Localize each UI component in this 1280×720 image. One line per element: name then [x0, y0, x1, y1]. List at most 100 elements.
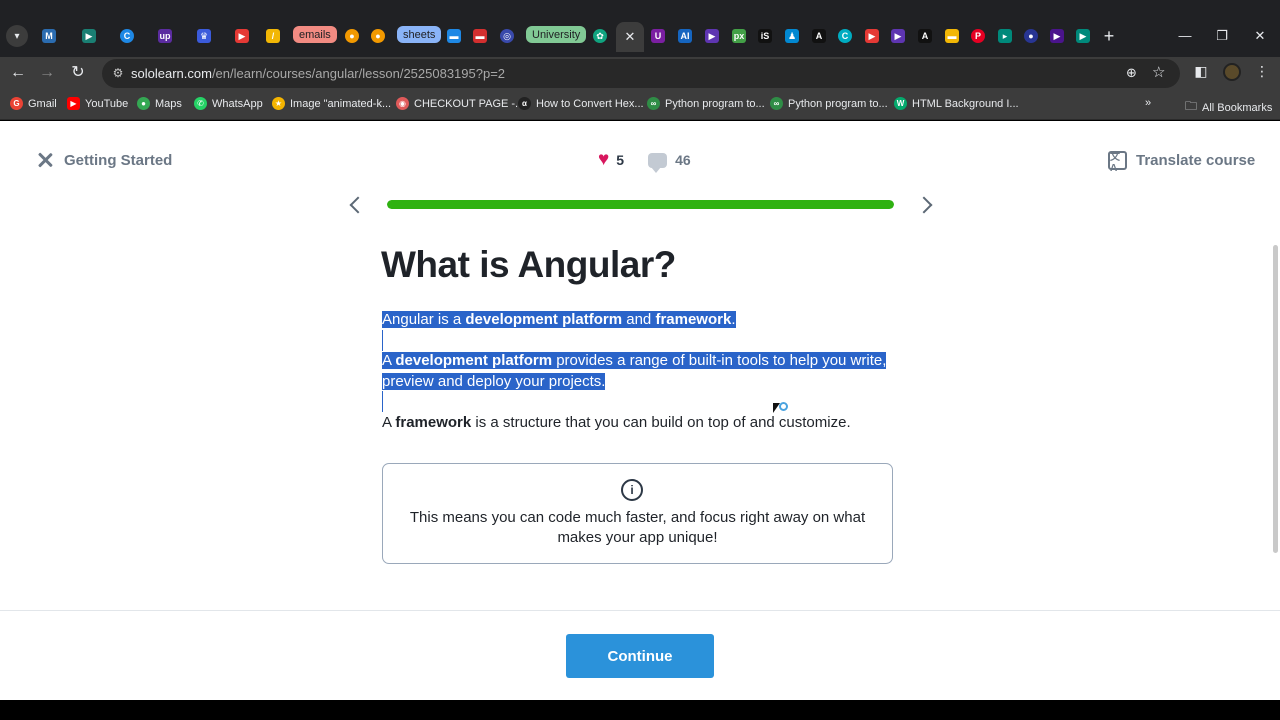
active-tab[interactable]: ✕ — [616, 22, 644, 52]
bookmark-youtube[interactable]: ▶ YouTube — [67, 97, 128, 110]
bookmark-image[interactable]: ★ Image "animated-k... — [272, 97, 391, 110]
tab-a-icon-2[interactable]: A — [918, 29, 932, 43]
text-run: A — [382, 352, 396, 369]
lesson-page: Getting Started ♥ 5 46 文A Translate cour… — [0, 121, 1280, 700]
text-run: is a structure that you can build on top… — [471, 414, 851, 431]
comment-icon[interactable] — [648, 152, 668, 173]
translate-course-button[interactable]: 文A Translate course — [1108, 151, 1256, 174]
avatar[interactable] — [1223, 63, 1241, 81]
tab-docs-icon[interactable]: ▬ — [447, 29, 461, 43]
forward-icon[interactable]: → — [36, 62, 58, 84]
address-bar[interactable]: ⚙ sololearn.com/en/learn/courses/angular… — [102, 59, 1180, 88]
bookmark-label: YouTube — [85, 97, 129, 110]
tab-px-icon[interactable]: px — [732, 29, 746, 43]
tab-is-icon[interactable]: iS — [758, 29, 772, 43]
comments-count[interactable]: 46 — [675, 152, 691, 168]
tab-pinterest-icon[interactable]: P — [971, 29, 985, 43]
browser-tab-strip: ▾ M ▶ C up ♛ ▶ / emails ● ● sheets ▬ ▬ ◎… — [0, 0, 1280, 57]
restore-icon[interactable]: ❐ — [1214, 26, 1230, 46]
bookmarks-bar: G Gmail ▶ YouTube ● Maps ✆ WhatsApp ★ Image "… — [0, 90, 1280, 120]
bookmark-gmail[interactable]: G Gmail — [10, 97, 57, 110]
gmail-icon: G — [10, 97, 23, 110]
tab-upwork-icon[interactable]: up — [158, 29, 172, 43]
tab-search-button[interactable]: ▾ — [6, 25, 28, 47]
bookmark-whatsapp[interactable]: ✆ WhatsApp — [194, 97, 263, 110]
window-close-icon[interactable]: ✕ — [1252, 26, 1268, 46]
maps-icon: ● — [137, 97, 150, 110]
heart-icon[interactable]: ♥ — [598, 150, 609, 169]
bookmark-label: Python program to... — [788, 97, 888, 110]
tab-maps-icon-2[interactable]: ● — [371, 29, 385, 43]
tab-a-icon[interactable]: A — [812, 29, 826, 43]
tab-group-university[interactable]: University — [526, 26, 587, 43]
bold-term: framework — [395, 414, 472, 431]
tab-video-icon[interactable]: ▶ — [705, 29, 719, 43]
lesson-stats: ♥ 5 46 — [598, 150, 691, 173]
tab-u-icon[interactable]: U — [651, 29, 665, 43]
browser-toolbar: ← → ↻ ⚙ sololearn.com/en/learn/courses/a… — [0, 57, 1280, 90]
tab-maps-icon[interactable]: ● — [345, 29, 359, 43]
tab-person-icon[interactable]: ♟ — [785, 29, 799, 43]
bookmarks-overflow-icon[interactable]: » — [1145, 97, 1151, 109]
bookmark-label: WhatsApp — [212, 97, 263, 110]
back-icon[interactable]: ← — [7, 62, 29, 84]
bookmark-maps[interactable]: ● Maps — [137, 97, 182, 110]
url-text[interactable]: sololearn.com/en/learn/courses/angular/l… — [131, 66, 505, 81]
tab-group-label: University — [532, 28, 581, 41]
site-info-icon[interactable]: ⚙ — [110, 65, 126, 81]
tab-arrow-icon[interactable]: ▸ — [998, 29, 1012, 43]
close-lesson-button[interactable]: Getting Started — [36, 151, 172, 169]
bookmark-python-2[interactable]: ∞ Python program to... — [770, 97, 888, 110]
side-panel-icon[interactable]: ◧ — [1191, 63, 1211, 80]
minimize-icon[interactable]: — — [1177, 26, 1193, 46]
close-icon[interactable]: ✕ — [625, 29, 636, 45]
bookmark-html-bg[interactable]: W HTML Background I... — [894, 97, 1019, 110]
progress-fill — [387, 200, 894, 209]
tab-group-emails[interactable]: emails — [293, 26, 337, 43]
continue-button[interactable]: Continue — [566, 634, 714, 678]
gfg-icon: ∞ — [647, 97, 660, 110]
tab-video-icon-3[interactable]: ▶ — [1050, 29, 1064, 43]
likes-count: 5 — [616, 152, 625, 168]
tab-youtube-icon-2[interactable]: ▶ — [865, 29, 879, 43]
tab-canva-icon[interactable]: C — [838, 29, 852, 43]
previous-arrow-icon[interactable] — [348, 195, 362, 217]
close-icon[interactable] — [36, 151, 54, 169]
bookmark-label: Gmail — [28, 97, 57, 110]
all-bookmarks[interactable]: 🗀 All Bookmarks — [1185, 97, 1272, 118]
new-tab-button[interactable]: + — [1101, 26, 1117, 46]
tab-ads-icon[interactable]: / — [266, 29, 280, 43]
tab-group-label: emails — [299, 28, 331, 41]
tab-play-icon[interactable]: ▶ — [82, 29, 96, 43]
gfg-icon: ∞ — [770, 97, 783, 110]
tab-chatgpt-icon[interactable]: ✿ — [593, 29, 607, 43]
next-arrow-icon[interactable] — [918, 195, 932, 217]
tab-video-icon-2[interactable]: ▶ — [891, 29, 905, 43]
tab-m-icon[interactable]: M — [42, 29, 56, 43]
plus-icon: + — [1103, 26, 1115, 46]
tab-c-icon[interactable]: C — [120, 29, 134, 43]
tab-ai-icon[interactable]: AI — [678, 29, 692, 43]
tab-globe-icon[interactable]: ◎ — [500, 29, 514, 43]
bookmark-label: Maps — [155, 97, 182, 110]
tab-group-sheets[interactable]: sheets — [397, 26, 442, 43]
translate-icon: 文A — [1108, 151, 1127, 174]
tab-yellow-icon[interactable]: ▬ — [945, 29, 959, 43]
translate-label: Translate course — [1136, 152, 1256, 169]
bookmark-python-1[interactable]: ∞ Python program to... — [647, 97, 765, 110]
scrollbar-thumb[interactable] — [1273, 245, 1278, 553]
tab-crown-icon[interactable]: ♛ — [197, 29, 211, 43]
tab-dot-icon[interactable]: ● — [1024, 29, 1038, 43]
tab-youtube-icon[interactable]: ▶ — [235, 29, 249, 43]
info-callout: i This means you can code much faster, a… — [382, 463, 893, 564]
bookmark-hex[interactable]: α How to Convert Hex... — [518, 97, 644, 110]
zoom-icon[interactable]: ⊕ — [1126, 65, 1137, 81]
tab-media-icon[interactable]: ▶ — [1076, 29, 1090, 43]
tab-group-label: sheets — [403, 28, 436, 41]
bookmark-checkout[interactable]: ◉ CHECKOUT PAGE -... — [396, 97, 524, 110]
reload-icon[interactable]: ↻ — [67, 62, 89, 84]
tab-slides-icon[interactable]: ▬ — [473, 29, 487, 43]
bookmark-star-icon[interactable]: ☆ — [1152, 63, 1165, 81]
text-run: A — [382, 414, 396, 431]
menu-icon[interactable]: ⋮ — [1252, 63, 1272, 80]
